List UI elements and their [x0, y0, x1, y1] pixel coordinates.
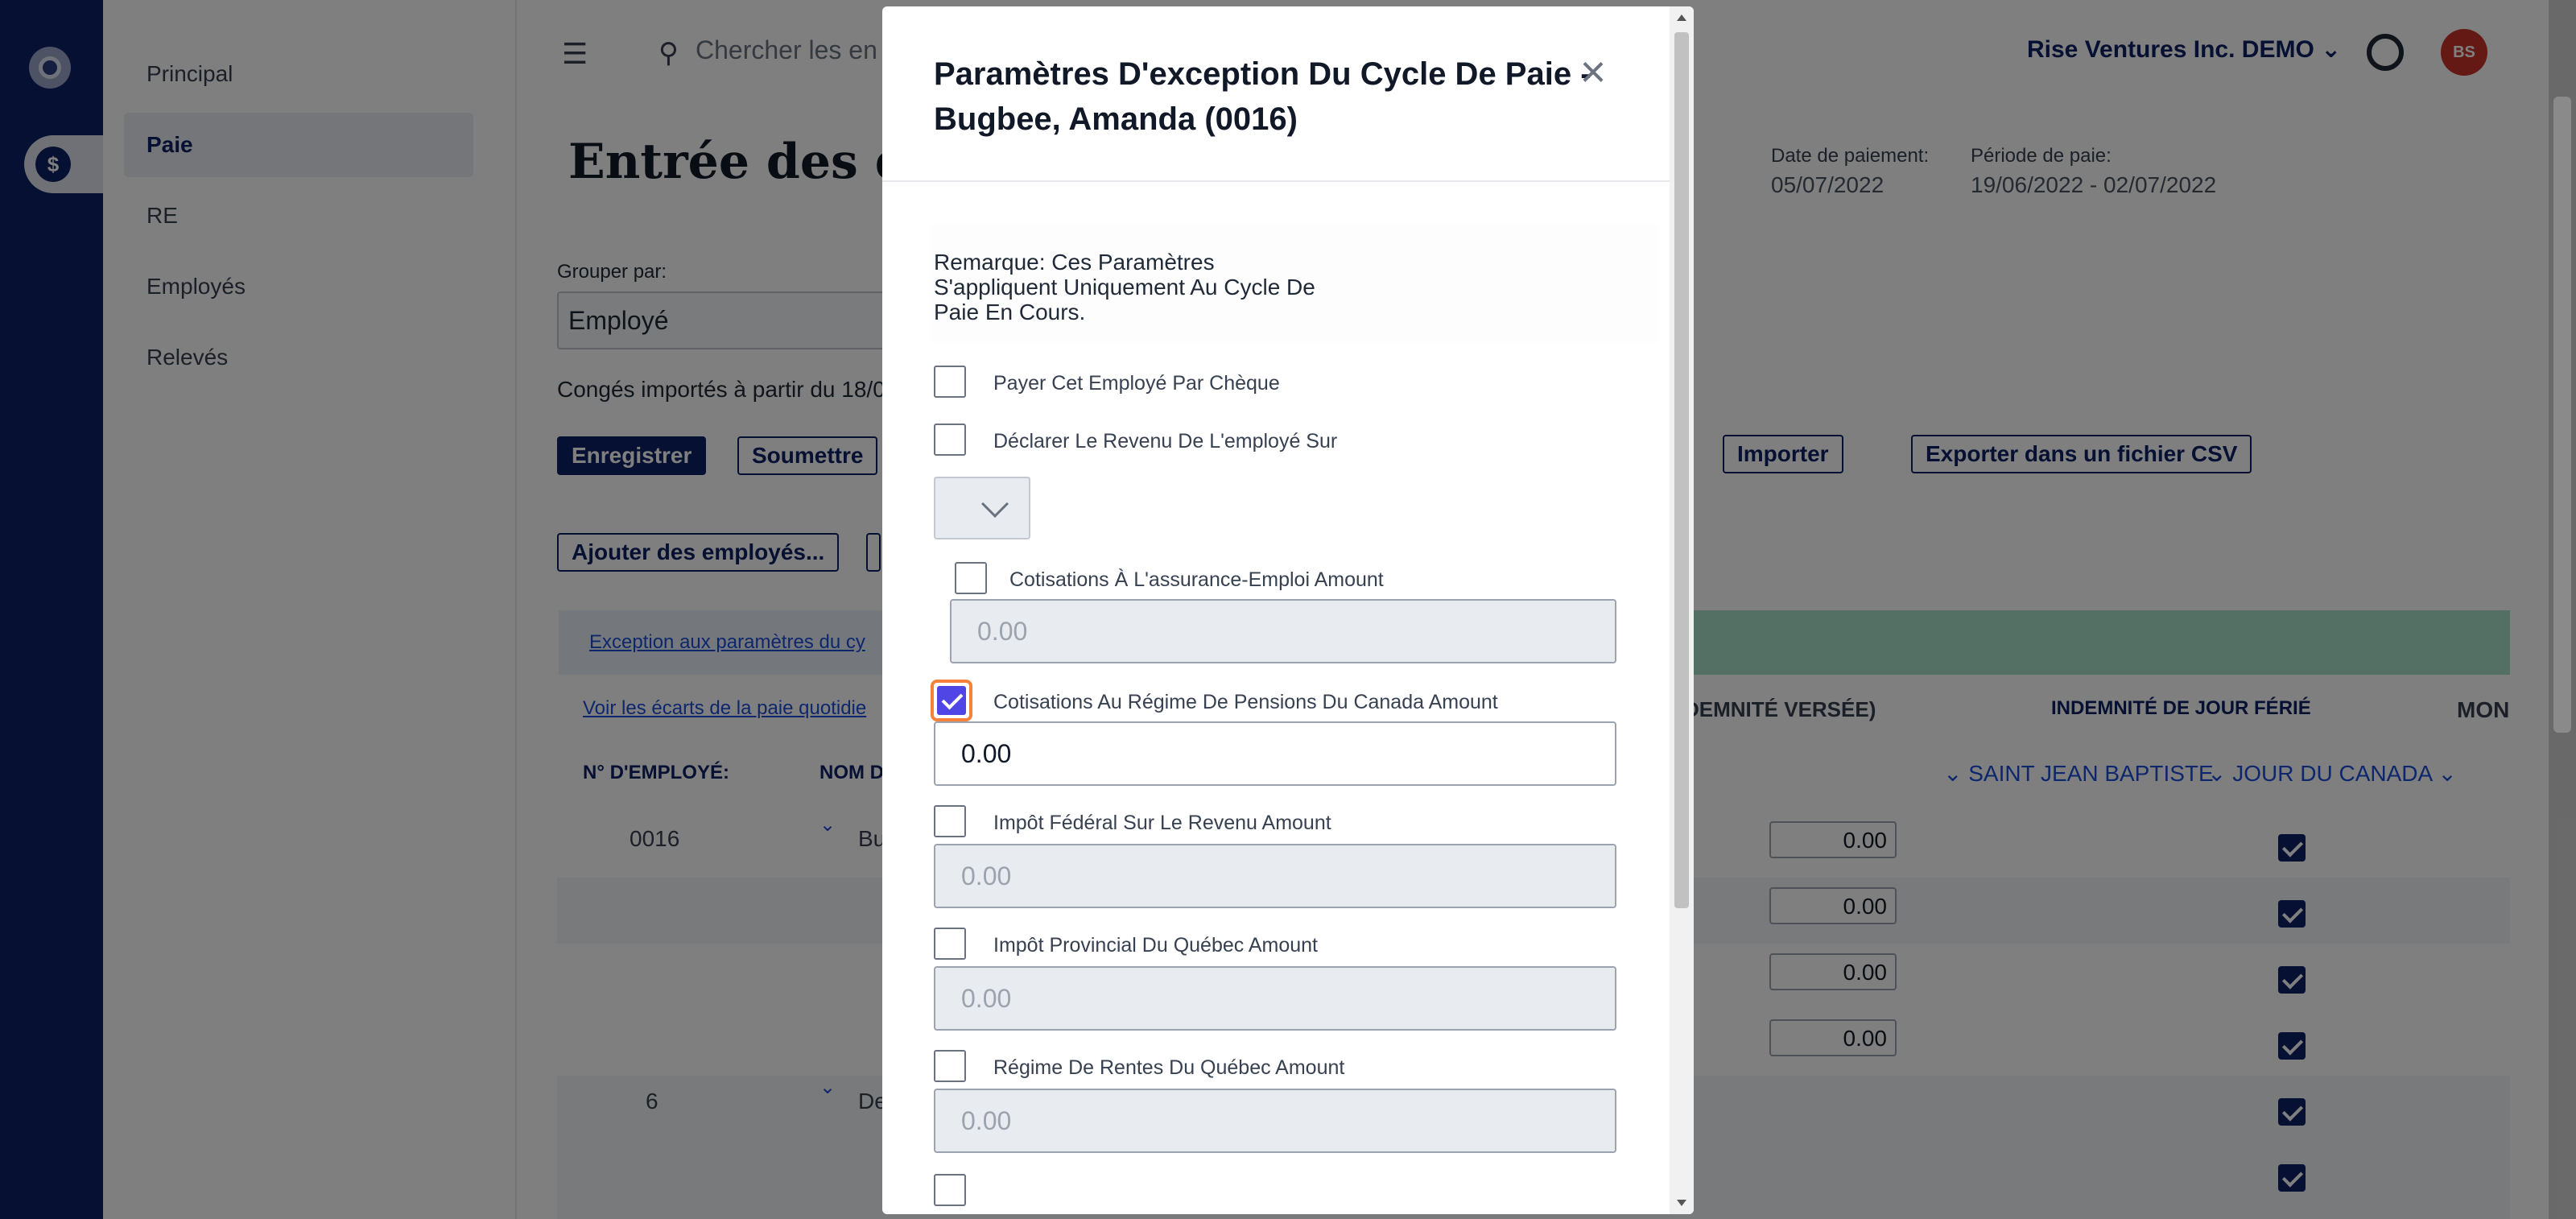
next-option-checkbox[interactable] — [934, 1174, 966, 1206]
page-scrollbar[interactable] — [2549, 0, 2576, 1219]
remark-text: Remarque: Ces Paramètres S'appliquent Un… — [934, 250, 1315, 324]
federal-tax-checkbox[interactable] — [934, 805, 966, 837]
cpp-amount-input[interactable]: 0.00 — [934, 721, 1616, 786]
federal-tax-amount-input[interactable]: 0.00 — [934, 844, 1616, 908]
dialog-scrollbar[interactable] — [1670, 6, 1694, 1214]
cpp-label: Cotisations Au Régime De Pensions Du Can… — [993, 691, 1498, 713]
quebec-tax-label: Impôt Provincial Du Québec Amount — [993, 934, 1318, 957]
quebec-tax-checkbox[interactable] — [934, 928, 966, 960]
scroll-up-icon[interactable] — [1677, 14, 1686, 21]
close-icon[interactable]: × — [1573, 49, 1613, 94]
qpp-amount-input[interactable]: 0.00 — [934, 1089, 1616, 1153]
federal-tax-label: Impôt Fédéral Sur Le Revenu Amount — [993, 812, 1331, 834]
cpp-checkbox[interactable] — [931, 680, 972, 721]
qpp-label: Régime De Rentes Du Québec Amount — [993, 1056, 1345, 1079]
pay-by-cheque-label: Payer Cet Employé Par Chèque — [993, 372, 1280, 395]
ei-checkbox[interactable] — [955, 562, 987, 594]
qpp-checkbox[interactable] — [934, 1050, 966, 1082]
declare-income-label: Déclarer Le Revenu De L'employé Sur — [993, 430, 1338, 452]
declare-income-checkbox[interactable] — [934, 424, 966, 456]
chevron-down-icon — [981, 490, 1009, 518]
exception-settings-dialog: Paramètres D'exception Du Cycle De Paie … — [882, 6, 1694, 1214]
declare-income-select[interactable] — [934, 477, 1030, 539]
checkmark-icon — [937, 686, 966, 715]
scroll-down-icon[interactable] — [1677, 1200, 1686, 1206]
page-scrollbar-thumb[interactable] — [2553, 97, 2571, 733]
dialog-title: Paramètres D'exception Du Cycle De Paie … — [934, 56, 1591, 137]
ei-amount-input[interactable]: 0.00 — [950, 599, 1616, 663]
dialog-scrollbar-thumb[interactable] — [1674, 32, 1689, 908]
pay-by-cheque-checkbox[interactable] — [934, 366, 966, 398]
ei-label: Cotisations À L'assurance-Emploi Amount — [1009, 568, 1384, 591]
quebec-tax-amount-input[interactable]: 0.00 — [934, 966, 1616, 1031]
dialog-header: Paramètres D'exception Du Cycle De Paie … — [882, 6, 1670, 182]
